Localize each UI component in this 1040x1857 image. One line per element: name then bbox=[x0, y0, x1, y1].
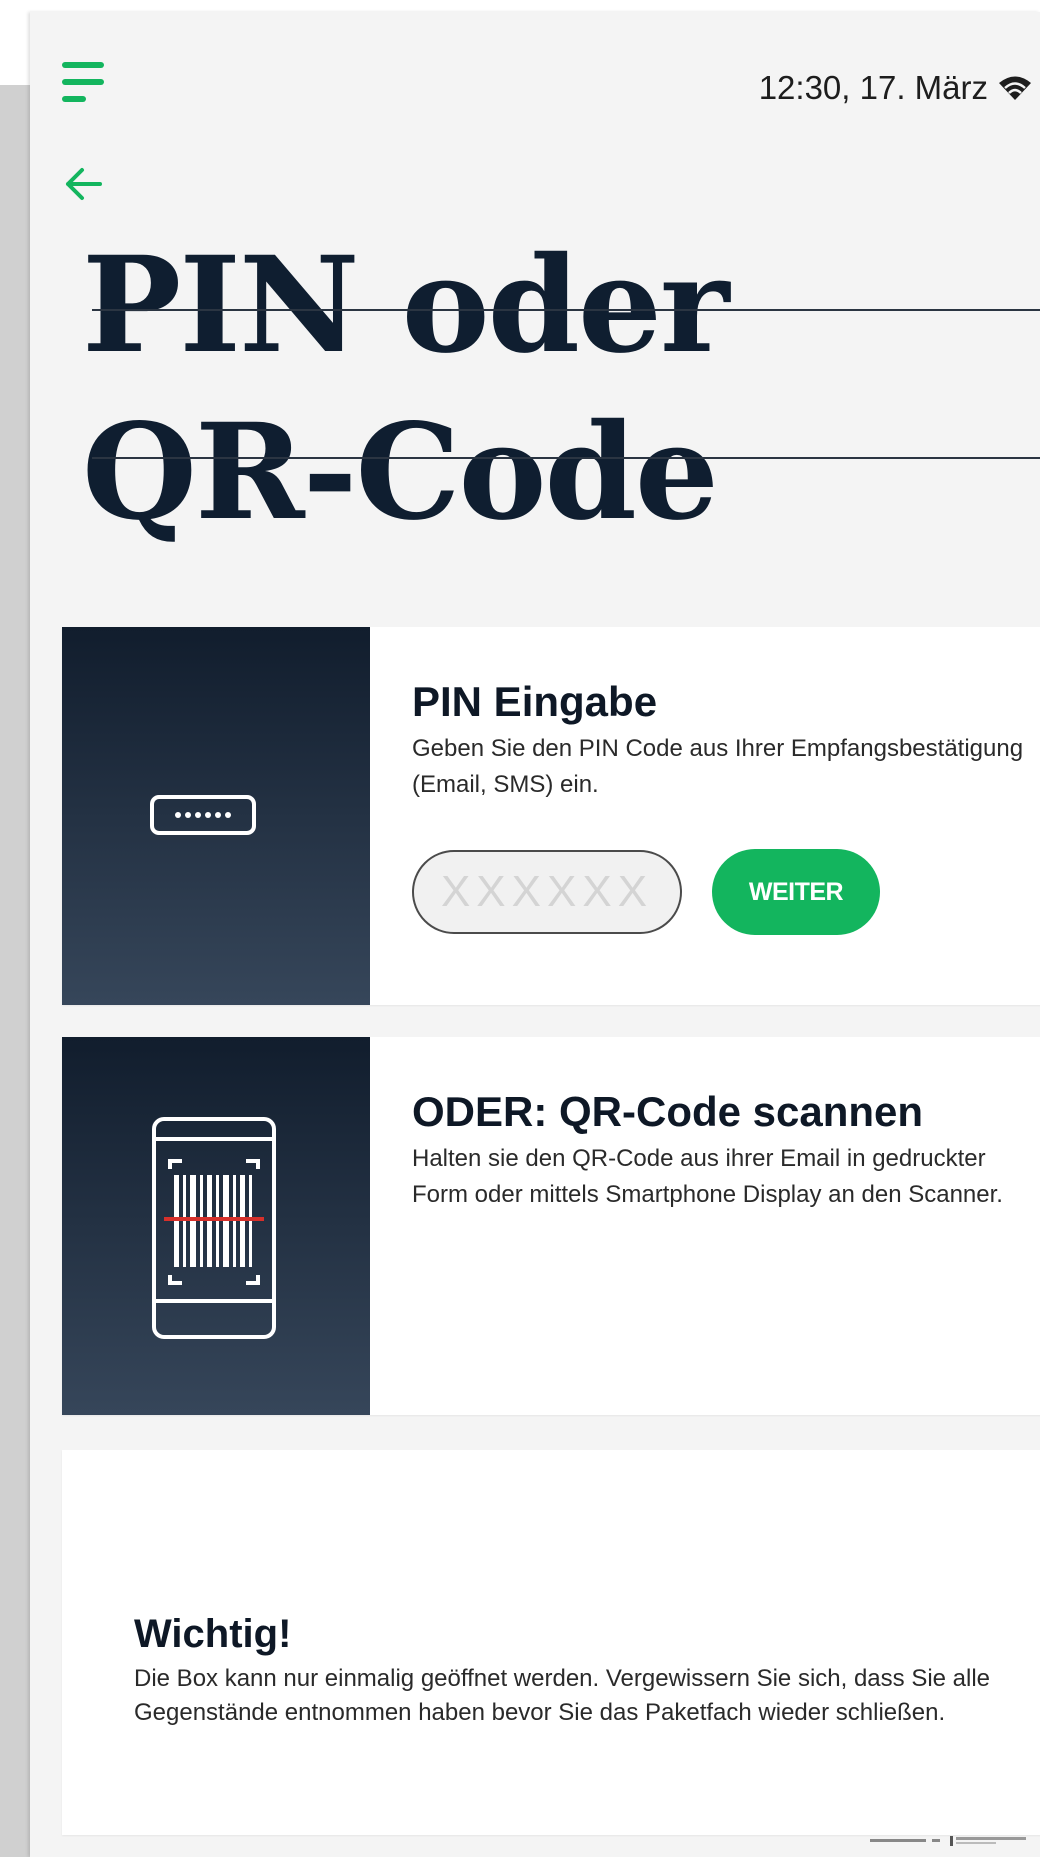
qr-card-description: Halten sie den QR-Code aus ihrer Email i… bbox=[412, 1145, 1003, 1208]
pin-input[interactable] bbox=[412, 850, 682, 934]
left-bezel bbox=[0, 85, 30, 1857]
menu-icon bbox=[62, 62, 104, 102]
pin-input-row: WEITER bbox=[412, 849, 880, 935]
back-button[interactable] bbox=[62, 162, 106, 206]
wifi-icon bbox=[999, 76, 1031, 100]
pin-card-body: PIN Eingabe Geben Sie den PIN Code aus I… bbox=[412, 677, 1040, 803]
qr-card-media bbox=[62, 1037, 370, 1415]
pin-card-description: Geben Sie den PIN Code aus Ihrer Empfang… bbox=[412, 735, 1024, 798]
footer-logo bbox=[870, 1836, 1026, 1846]
footer-logos bbox=[870, 1835, 1030, 1847]
title-underline-1 bbox=[92, 309, 1040, 311]
notice-title: Wichtig! bbox=[134, 1612, 292, 1656]
menu-button[interactable] bbox=[62, 60, 110, 108]
arrow-left-icon bbox=[66, 168, 102, 200]
qr-card-title: ODER: QR-Code scannen bbox=[412, 1088, 924, 1135]
page-title-line-2: QR-Code bbox=[82, 395, 719, 550]
qr-card-body: ODER: QR-Code scannen Halten sie den QR-… bbox=[412, 1087, 1040, 1213]
time-date: 12:30, 17. März bbox=[758, 69, 988, 106]
important-notice-card: Wichtig! Die Box kann nur einmalig geöff… bbox=[62, 1450, 1040, 1835]
title-underline-2 bbox=[92, 457, 1040, 459]
page-title: PIN oder QR-Code bbox=[82, 222, 1040, 556]
qr-scan-card: ODER: QR-Code scannen Halten sie den QR-… bbox=[62, 1037, 1040, 1415]
notice-text: Die Box kann nur einmalig geöffnet werde… bbox=[134, 1665, 991, 1726]
kiosk-screen: 12:30, 17. März PIN oder QR-Code PIN Ein… bbox=[30, 12, 1040, 1857]
weiter-button[interactable]: WEITER bbox=[712, 849, 880, 935]
pin-card-title: PIN Eingabe bbox=[412, 678, 658, 725]
pin-field-icon bbox=[150, 795, 256, 835]
pin-entry-card: PIN Eingabe Geben Sie den PIN Code aus I… bbox=[62, 627, 1040, 1005]
phone-barcode-scan-icon bbox=[152, 1117, 276, 1339]
pin-card-media bbox=[62, 627, 370, 1005]
status-bar: 12:30, 17. März bbox=[759, 68, 1032, 108]
notice-body: Wichtig! Die Box kann nur einmalig geöff… bbox=[134, 1610, 1022, 1730]
page-title-line-1: PIN oder bbox=[82, 228, 729, 383]
